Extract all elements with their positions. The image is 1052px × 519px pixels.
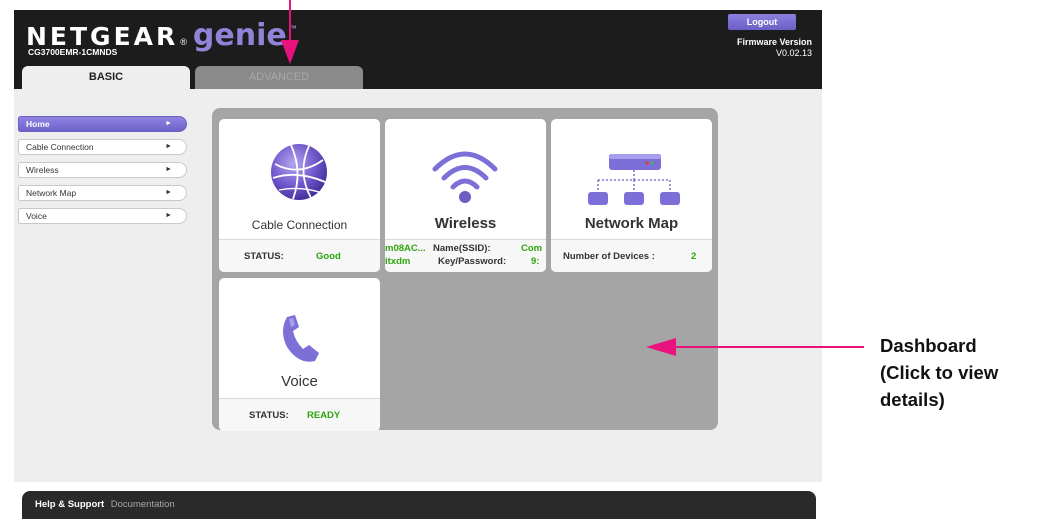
arrow-to-advanced-tab — [281, 0, 299, 64]
annotation-line-1: Dashboard — [880, 335, 977, 356]
screenshot-root: NETGEAR ® genie ™ CG3700EMR-1CMNDS Logou… — [0, 0, 1052, 519]
dashboard-annotation: Dashboard (Click to view details) — [880, 332, 998, 413]
annotation-arrows — [281, 0, 864, 356]
annotation-line-3: details) — [880, 389, 945, 410]
arrow-to-dashboard — [646, 338, 864, 356]
annotation-line-2: (Click to view — [880, 362, 999, 383]
